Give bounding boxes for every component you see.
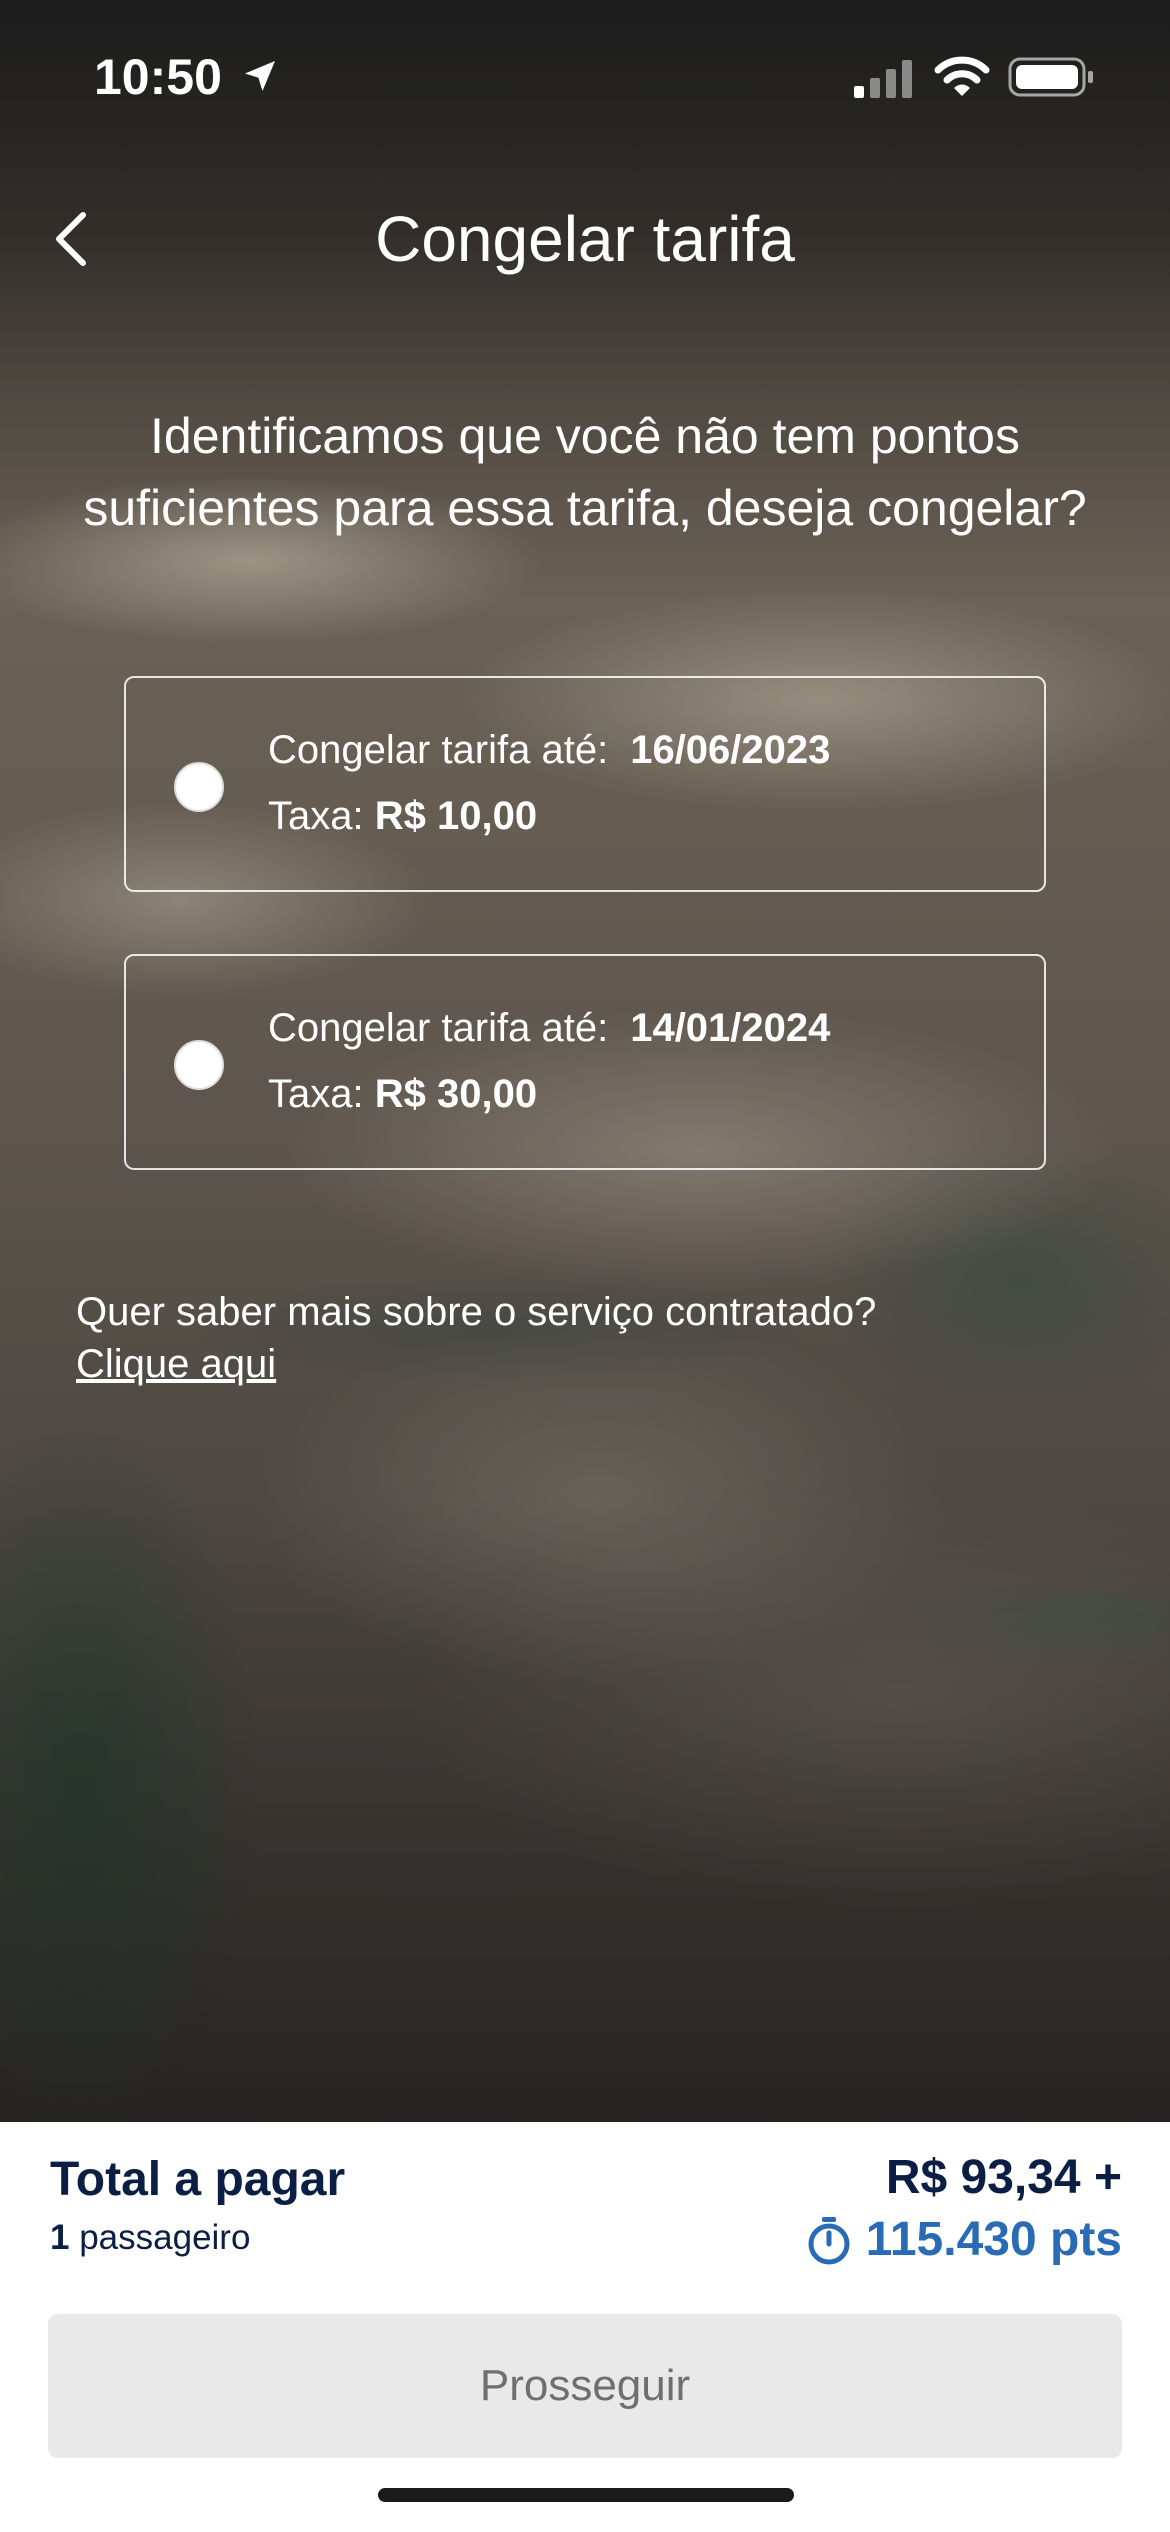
option-fee-label: Taxa:: [268, 1072, 364, 1116]
option-fee-line: Taxa: R$ 30,00: [268, 1072, 537, 1117]
option-fee-line: Taxa: R$ 10,00: [268, 794, 537, 839]
battery-icon: [1008, 57, 1093, 97]
option-fee-label: Taxa:: [268, 794, 364, 838]
learn-more-link[interactable]: Clique aqui: [76, 1342, 276, 1387]
footer-summary: Total a pagar 1 passageiro R$ 93,34 + 11…: [0, 2122, 1170, 2532]
location-arrow-icon: [245, 61, 275, 91]
option-date: 16/06/2023: [630, 728, 831, 772]
page-title: Congelar tarifa: [375, 203, 795, 275]
wifi-icon: [934, 56, 990, 96]
passenger-label: passageiro: [79, 2218, 251, 2257]
cell-signal-icon: [854, 60, 912, 98]
home-indicator: [378, 2488, 794, 2502]
option-fee-value: R$ 30,00: [374, 1072, 538, 1116]
timer-icon: [808, 2216, 850, 2264]
option-label: Congelar tarifa até:: [268, 1006, 609, 1050]
total-label: Total a pagar: [50, 2153, 346, 2206]
price-points-row: 115.430 pts: [806, 2212, 1122, 2267]
status-bar: 10:50: [0, 0, 1170, 150]
passenger-number: 1: [50, 2218, 70, 2257]
info-question: Quer saber mais sobre o serviço contrata…: [76, 1290, 877, 1334]
freeze-option-2[interactable]: Congelar tarifa até: 14/01/2024 Taxa: R$ …: [124, 954, 1046, 1170]
continue-button[interactable]: Prosseguir: [48, 2314, 1122, 2458]
option-date-line: Congelar tarifa até: 14/01/2024: [268, 1006, 830, 1051]
header: Congelar tarifa: [0, 190, 1170, 290]
radio-button[interactable]: [174, 762, 224, 812]
option-label: Congelar tarifa até:: [268, 728, 609, 772]
status-time: 10:50: [94, 49, 222, 105]
passenger-count: 1 passageiro: [50, 2218, 250, 2258]
freeze-option-1[interactable]: Congelar tarifa até: 16/06/2023 Taxa: R$ …: [124, 676, 1046, 892]
question-text: Identificamos que você não tem pontos su…: [83, 408, 1087, 536]
radio-button[interactable]: [174, 1040, 224, 1090]
option-date-line: Congelar tarifa até: 16/06/2023: [268, 728, 830, 773]
option-date: 14/01/2024: [630, 1006, 831, 1050]
option-fee-value: R$ 10,00: [374, 794, 538, 838]
price-points: 115.430 pts: [865, 2213, 1122, 2266]
price-money: R$ 93,34 +: [885, 2151, 1122, 2204]
